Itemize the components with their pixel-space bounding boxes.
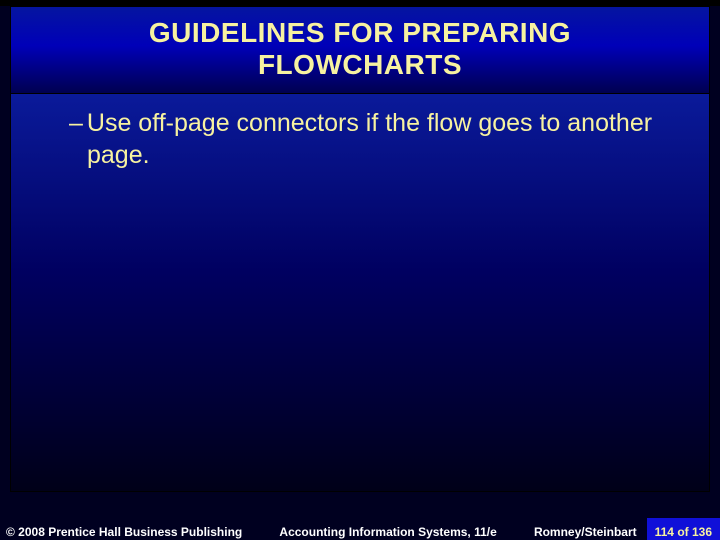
slide-footer: © 2008 Prentice Hall Business Publishing… [0,518,720,540]
footer-page-number: 114 of 136 [647,518,720,540]
slide-body: –Use off-page connectors if the flow goe… [10,94,710,492]
footer-center: Accounting Information Systems, 11/e [242,525,534,539]
bullet-dash: – [69,109,87,137]
title-bar: GUIDELINES FOR PREPARING FLOWCHARTS [10,6,710,94]
bullet-item: –Use off-page connectors if the flow goe… [69,108,669,171]
title-line-1: GUIDELINES FOR PREPARING [149,17,571,48]
slide: GUIDELINES FOR PREPARING FLOWCHARTS –Use… [0,6,720,540]
title-line-2: FLOWCHARTS [258,49,462,80]
footer-copyright: © 2008 Prentice Hall Business Publishing [0,525,242,539]
footer-authors: Romney/Steinbart [534,525,647,539]
slide-title: GUIDELINES FOR PREPARING FLOWCHARTS [31,17,689,81]
bullet-text: Use off-page connectors if the flow goes… [87,109,652,168]
